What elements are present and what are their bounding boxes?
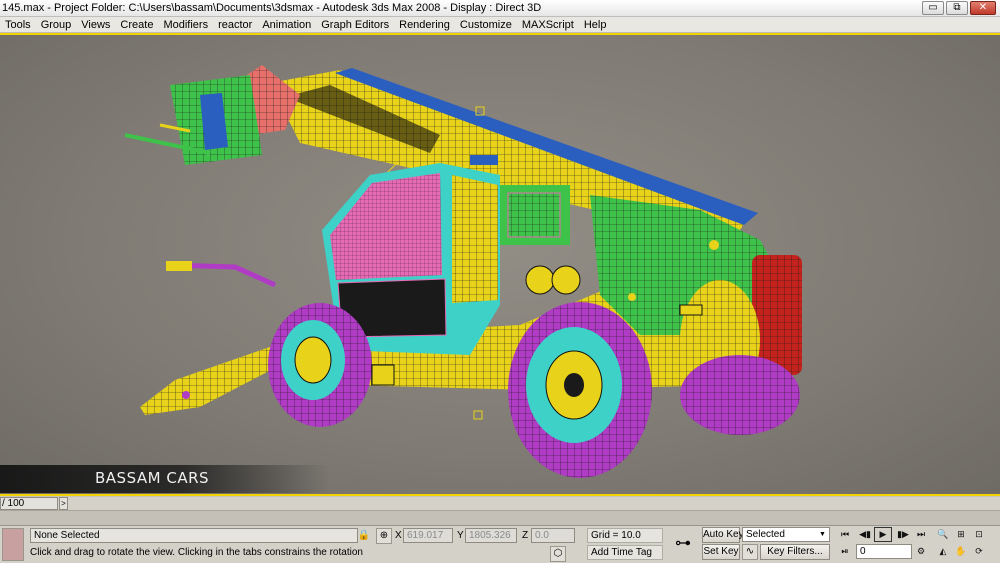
fan-left bbox=[525, 265, 555, 295]
menu-reactor[interactable]: reactor bbox=[213, 19, 257, 31]
watermark-text: BASSAM CARS bbox=[95, 469, 210, 487]
z-label: Z bbox=[522, 530, 529, 541]
time-configuration-icon[interactable]: ⚙ bbox=[912, 544, 930, 559]
current-frame-field[interactable]: 0 bbox=[856, 544, 912, 559]
menu-rendering[interactable]: Rendering bbox=[394, 19, 455, 31]
key-mode-toggle-icon[interactable]: ⏯ bbox=[836, 544, 854, 559]
wheel-front-left bbox=[268, 303, 372, 427]
chevron-down-icon[interactable]: ▼ bbox=[816, 528, 829, 541]
key-icon[interactable]: ⊶ bbox=[668, 532, 698, 556]
wheel-front-right bbox=[508, 302, 652, 478]
menu-graph-editors[interactable]: Graph Editors bbox=[316, 19, 394, 31]
field-of-view-icon[interactable]: ◭ bbox=[934, 544, 952, 559]
x-coordinate-field[interactable]: 619.017 bbox=[403, 528, 453, 543]
telehandler-wireframe-model bbox=[124, 65, 802, 478]
menu-bar: Tools Group Views Create Modifiers react… bbox=[0, 17, 1000, 33]
y-label: Y bbox=[457, 530, 464, 541]
time-slider-next-button[interactable]: > bbox=[59, 497, 68, 510]
time-slider[interactable]: / 100 > bbox=[0, 497, 1000, 511]
set-key-button[interactable]: Set Key bbox=[702, 544, 740, 560]
window-title: 145.max - Project Folder: C:\Users\bassa… bbox=[2, 2, 542, 14]
x-label: X bbox=[395, 530, 402, 541]
menu-group[interactable]: Group bbox=[36, 19, 77, 31]
play-icon[interactable]: ▶ bbox=[874, 527, 892, 542]
menu-tools[interactable]: Tools bbox=[0, 19, 36, 31]
minimize-button[interactable]: ▭ bbox=[922, 1, 944, 15]
goto-end-icon[interactable]: ⏭ bbox=[912, 527, 930, 542]
menu-views[interactable]: Views bbox=[76, 19, 115, 31]
selection-lock-icon[interactable]: 🔒 bbox=[356, 528, 372, 544]
goto-start-icon[interactable]: ⏮ bbox=[836, 527, 854, 542]
auto-key-button[interactable]: Auto Key bbox=[702, 527, 744, 543]
maxscript-listener-icon[interactable] bbox=[2, 528, 24, 561]
grid-status: Grid = 10.0 bbox=[587, 528, 663, 543]
menu-help[interactable]: Help bbox=[579, 19, 612, 31]
menu-customize[interactable]: Customize bbox=[455, 19, 517, 31]
absolute-mode-icon[interactable]: ⊕ bbox=[376, 528, 392, 544]
z-coordinate-field[interactable]: 0.0 bbox=[531, 528, 575, 543]
adaptive-degradation-icon[interactable]: ⬡ bbox=[550, 546, 566, 562]
prompt-line: Click and drag to rotate the view. Click… bbox=[30, 547, 363, 558]
arc-rotate-icon[interactable]: ⟳ bbox=[970, 544, 988, 559]
track-bar[interactable] bbox=[0, 511, 1000, 526]
title-bar: 145.max - Project Folder: C:\Users\bassa… bbox=[0, 0, 1000, 17]
add-time-tag-button[interactable]: Add Time Tag bbox=[587, 545, 663, 560]
zoom-extents-icon[interactable]: ⊡ bbox=[970, 527, 988, 542]
zoom-all-icon[interactable]: ⊞ bbox=[952, 527, 970, 542]
close-button[interactable]: ✕ bbox=[970, 1, 996, 15]
y-coordinate-field[interactable]: 1805.326 bbox=[465, 528, 517, 543]
previous-frame-icon[interactable]: ◀▮ bbox=[856, 527, 874, 542]
menu-maxscript[interactable]: MAXScript bbox=[517, 19, 579, 31]
window-controls: ▭ ⧉ ✕ bbox=[922, 1, 996, 15]
next-frame-icon[interactable]: ▮▶ bbox=[894, 527, 912, 542]
fan-right bbox=[551, 265, 581, 295]
key-filters-button[interactable]: Key Filters... bbox=[760, 544, 830, 560]
menu-modifiers[interactable]: Modifiers bbox=[158, 19, 213, 31]
restore-button[interactable]: ⧉ bbox=[946, 1, 968, 15]
perspective-viewport[interactable]: BASSAM CARS bbox=[0, 33, 1000, 496]
zoom-icon[interactable]: 🔍 bbox=[934, 527, 952, 542]
beacon-light bbox=[470, 155, 498, 165]
time-slider-frame[interactable]: / 100 bbox=[0, 497, 58, 510]
selection-status: None Selected bbox=[30, 528, 358, 543]
pan-icon[interactable]: ✋ bbox=[952, 544, 970, 559]
app-window: 145.max - Project Folder: C:\Users\bassa… bbox=[0, 0, 1000, 563]
status-bar: None Selected Click and drag to rotate t… bbox=[0, 526, 1000, 563]
set-key-curve-icon[interactable]: ∿ bbox=[742, 544, 758, 560]
menu-animation[interactable]: Animation bbox=[257, 19, 316, 31]
menu-create[interactable]: Create bbox=[115, 19, 158, 31]
wheel-rear-right bbox=[680, 355, 800, 435]
